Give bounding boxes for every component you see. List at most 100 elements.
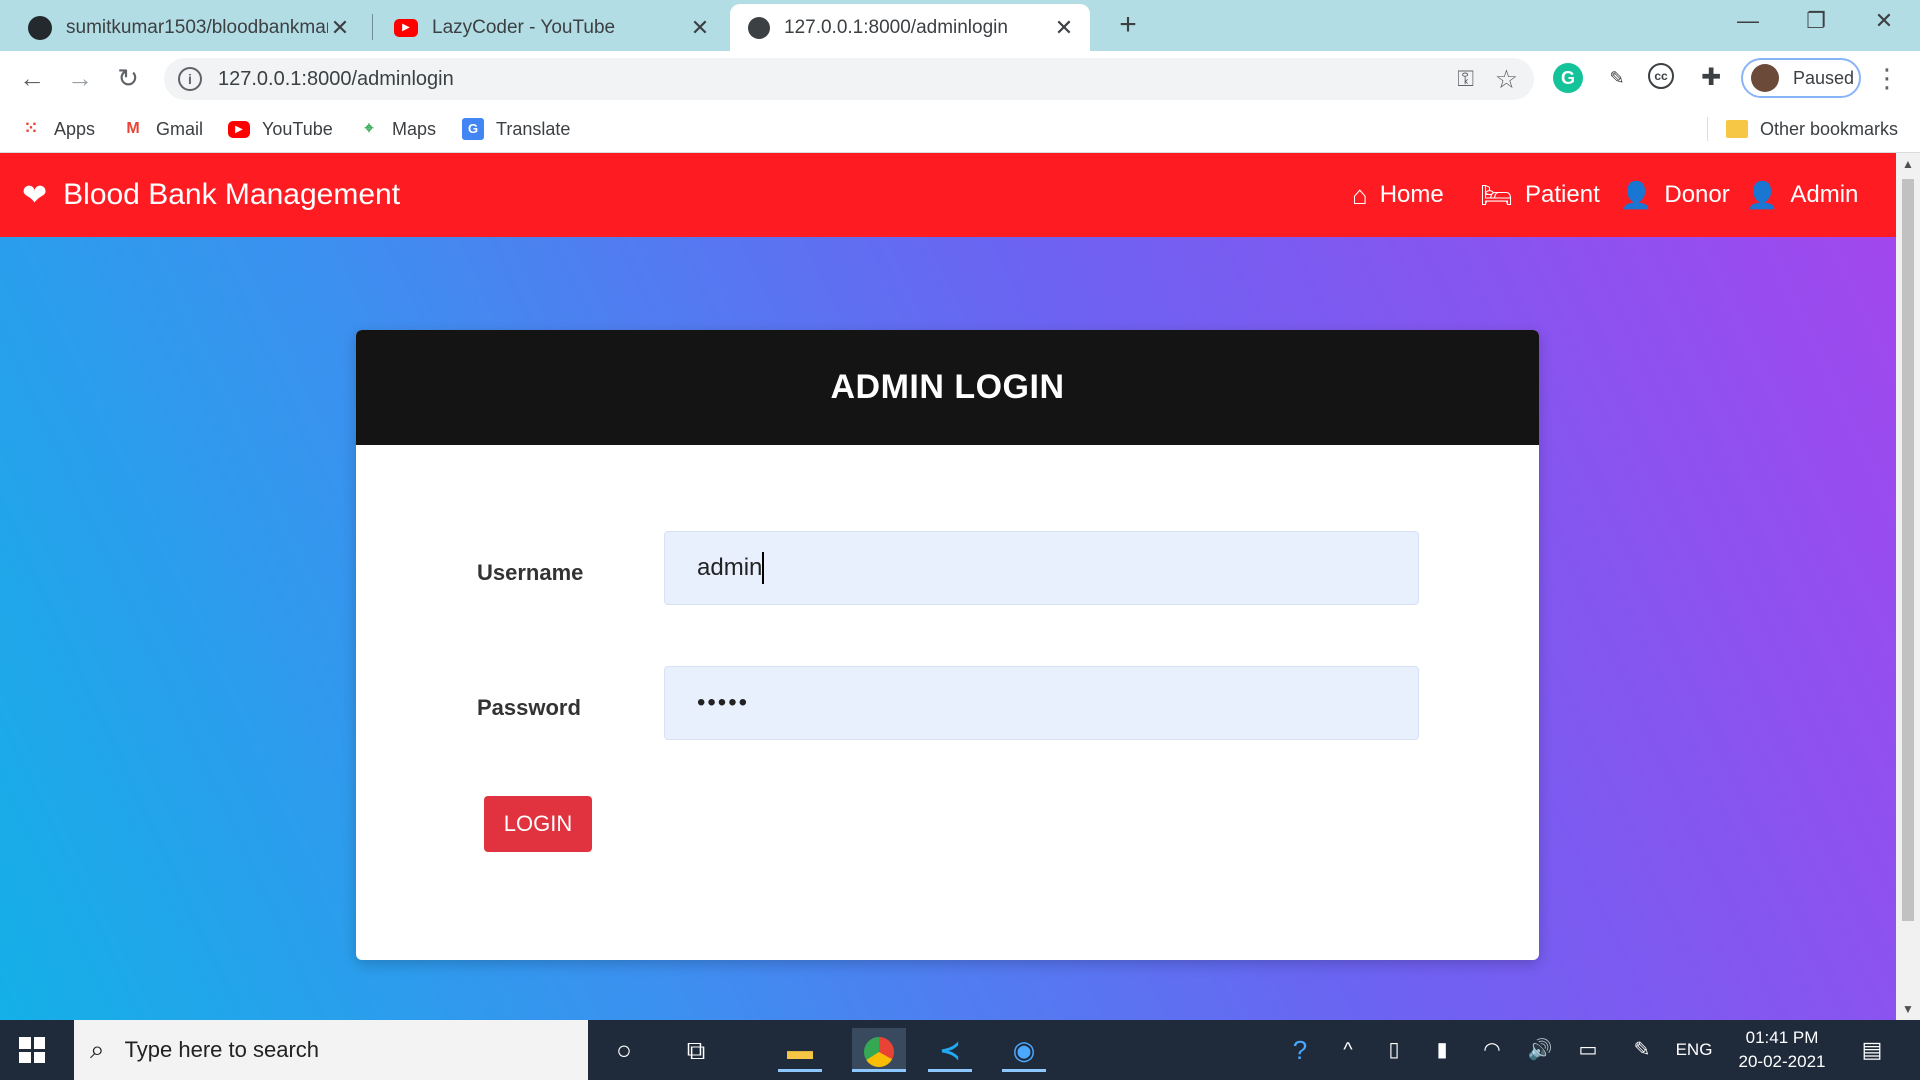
clock-time: 01:41 PM	[1745, 1028, 1819, 1047]
tab-title: LazyCoder - YouTube	[432, 16, 616, 38]
key-icon[interactable]: ⚿	[1457, 66, 1474, 92]
gmail-icon: M	[126, 120, 140, 137]
tab-title: sumitkumar1503/bloodbankman	[66, 16, 328, 38]
info-icon[interactable]: i	[178, 67, 202, 91]
forward-button[interactable]: →	[60, 58, 100, 98]
tab-github[interactable]: sumitkumar1503/bloodbankman ✕	[10, 4, 366, 51]
login-title: ADMIN LOGIN	[356, 330, 1539, 445]
maps-icon: ⌖	[364, 120, 374, 137]
text-caret	[762, 552, 764, 584]
bookmark-gmail[interactable]: M Gmail	[122, 105, 203, 153]
address-bar[interactable]: i 127.0.0.1:8000/adminlogin ⚿ ☆	[164, 58, 1534, 100]
colorpicker-extension-icon[interactable]: ✎	[1602, 63, 1632, 93]
heartbeat-icon: ❤	[22, 178, 48, 212]
app-navbar: ❤ Blood Bank Management ⌂ Home 🛏 Patient…	[0, 153, 1896, 237]
nav-label: Donor	[1664, 181, 1730, 208]
home-icon: ⌂	[1352, 179, 1368, 210]
youtube-icon: ▶	[228, 120, 250, 138]
bookmark-maps[interactable]: ⌖ Maps	[358, 105, 436, 153]
other-bookmarks-label: Other bookmarks	[1760, 118, 1899, 139]
puzzle-icon[interactable]: ✚	[1696, 63, 1726, 93]
volume-icon[interactable]: 🔊	[1522, 1020, 1558, 1080]
help-icon[interactable]: ?	[1280, 1020, 1320, 1080]
menu-icon[interactable]: ⋮	[1874, 61, 1900, 97]
minimize-button[interactable]: —	[1716, 0, 1780, 44]
close-icon[interactable]: ✕	[688, 15, 712, 41]
scrollbar-thumb[interactable]	[1902, 179, 1914, 921]
login-button[interactable]: LOGIN	[484, 796, 592, 852]
tab-title: 127.0.0.1:8000/adminlogin	[784, 16, 1008, 38]
close-icon[interactable]: ✕	[328, 15, 352, 41]
reload-button[interactable]: ↻	[108, 58, 148, 98]
chrome-icon[interactable]	[852, 1028, 906, 1072]
taskbar-search[interactable]: ⌕ Type here to search	[74, 1020, 588, 1080]
page-scrollbar[interactable]: ▲ ▼	[1896, 153, 1920, 1020]
globe-icon	[748, 16, 770, 39]
bookmark-apps[interactable]: ⁙ Apps	[20, 105, 95, 153]
restore-button[interactable]: ❐	[1784, 0, 1848, 44]
bookmark-translate[interactable]: G Translate	[462, 105, 570, 153]
tablet-icon[interactable]: ▯	[1376, 1020, 1412, 1080]
task-view-icon[interactable]: ⧉	[674, 1028, 718, 1072]
microphone-icon[interactable]: ▮	[1424, 1020, 1460, 1080]
nav-label: Patient	[1525, 181, 1600, 208]
extension-icon[interactable]: cc	[1648, 63, 1674, 89]
nav-label: Home	[1379, 181, 1444, 208]
file-explorer-icon[interactable]: ▬	[778, 1028, 822, 1072]
tab-youtube[interactable]: ▶ LazyCoder - YouTube ✕	[376, 4, 726, 51]
camera-app-icon[interactable]: ◉	[1002, 1028, 1046, 1072]
youtube-icon: ▶	[394, 18, 418, 37]
password-label: Password	[477, 695, 581, 720]
cortana-icon[interactable]: ○	[602, 1028, 646, 1072]
brand[interactable]: ❤ Blood Bank Management	[22, 153, 400, 237]
brand-title: Blood Bank Management	[63, 178, 401, 211]
close-window-button[interactable]: ✕	[1852, 0, 1916, 44]
windows-start-icon[interactable]	[14, 1032, 50, 1068]
tab-adminlogin[interactable]: 127.0.0.1:8000/adminlogin ✕	[730, 4, 1090, 51]
user-icon: 👤	[1620, 179, 1653, 210]
profile-status: Paused	[1793, 67, 1855, 88]
star-icon[interactable]: ☆	[1495, 64, 1518, 95]
clock-date: 20-02-2021	[1738, 1052, 1826, 1071]
apps-grid-icon: ⁙	[24, 120, 38, 137]
pen-icon[interactable]: ✎	[1624, 1020, 1660, 1080]
nav-patient[interactable]: 🛏 Patient	[1480, 153, 1600, 237]
browser-toolbar: ← → ↻ i 127.0.0.1:8000/adminlogin ⚿ ☆ G …	[0, 51, 1920, 105]
bookmark-youtube[interactable]: ▶ YouTube	[228, 105, 333, 153]
avatar	[1751, 64, 1779, 92]
other-bookmarks[interactable]: Other bookmarks	[1726, 105, 1898, 153]
new-tab-button[interactable]: +	[1110, 8, 1146, 44]
chevron-up-icon[interactable]: ^	[1330, 1020, 1366, 1080]
bookmark-label: Maps	[392, 118, 437, 139]
profile-button[interactable]: Paused	[1741, 58, 1861, 98]
clock[interactable]: 01:41 PM 20-02-2021	[1712, 1026, 1852, 1074]
notification-icon[interactable]: ▤	[1852, 1020, 1892, 1080]
user-cog-icon: 👤	[1746, 179, 1779, 210]
close-icon[interactable]: ✕	[1052, 15, 1076, 41]
grammarly-icon[interactable]: G	[1553, 63, 1583, 93]
username-input[interactable]	[664, 531, 1419, 605]
search-placeholder: Type here to search	[124, 1037, 320, 1062]
password-input[interactable]	[664, 666, 1419, 740]
nav-donor[interactable]: 👤 Donor	[1620, 153, 1730, 237]
github-icon	[28, 15, 52, 40]
back-button[interactable]: ←	[12, 58, 52, 98]
bed-icon: 🛏	[1480, 179, 1514, 210]
language-indicator[interactable]: ENG	[1670, 1020, 1718, 1080]
nav-label: Admin	[1790, 181, 1859, 208]
login-card: ADMIN LOGIN Username Password LOGIN	[356, 330, 1539, 960]
bookmark-label: Gmail	[156, 118, 204, 139]
bookmarks-divider	[1707, 117, 1708, 141]
nav-admin[interactable]: 👤 Admin	[1746, 153, 1858, 237]
scroll-up-icon[interactable]: ▲	[1896, 153, 1920, 175]
url-text: 127.0.0.1:8000/adminlogin	[218, 67, 454, 90]
nav-home[interactable]: ⌂ Home	[1352, 153, 1444, 237]
search-icon: ⌕	[90, 1034, 105, 1064]
wifi-icon[interactable]: ◠	[1474, 1020, 1510, 1080]
translate-icon: G	[462, 118, 484, 140]
scroll-down-icon[interactable]: ▼	[1896, 998, 1920, 1020]
username-label: Username	[477, 560, 584, 585]
vscode-icon[interactable]: ≺	[928, 1028, 972, 1072]
battery-icon[interactable]: ▭	[1570, 1020, 1606, 1080]
bookmark-label: Translate	[496, 118, 571, 139]
